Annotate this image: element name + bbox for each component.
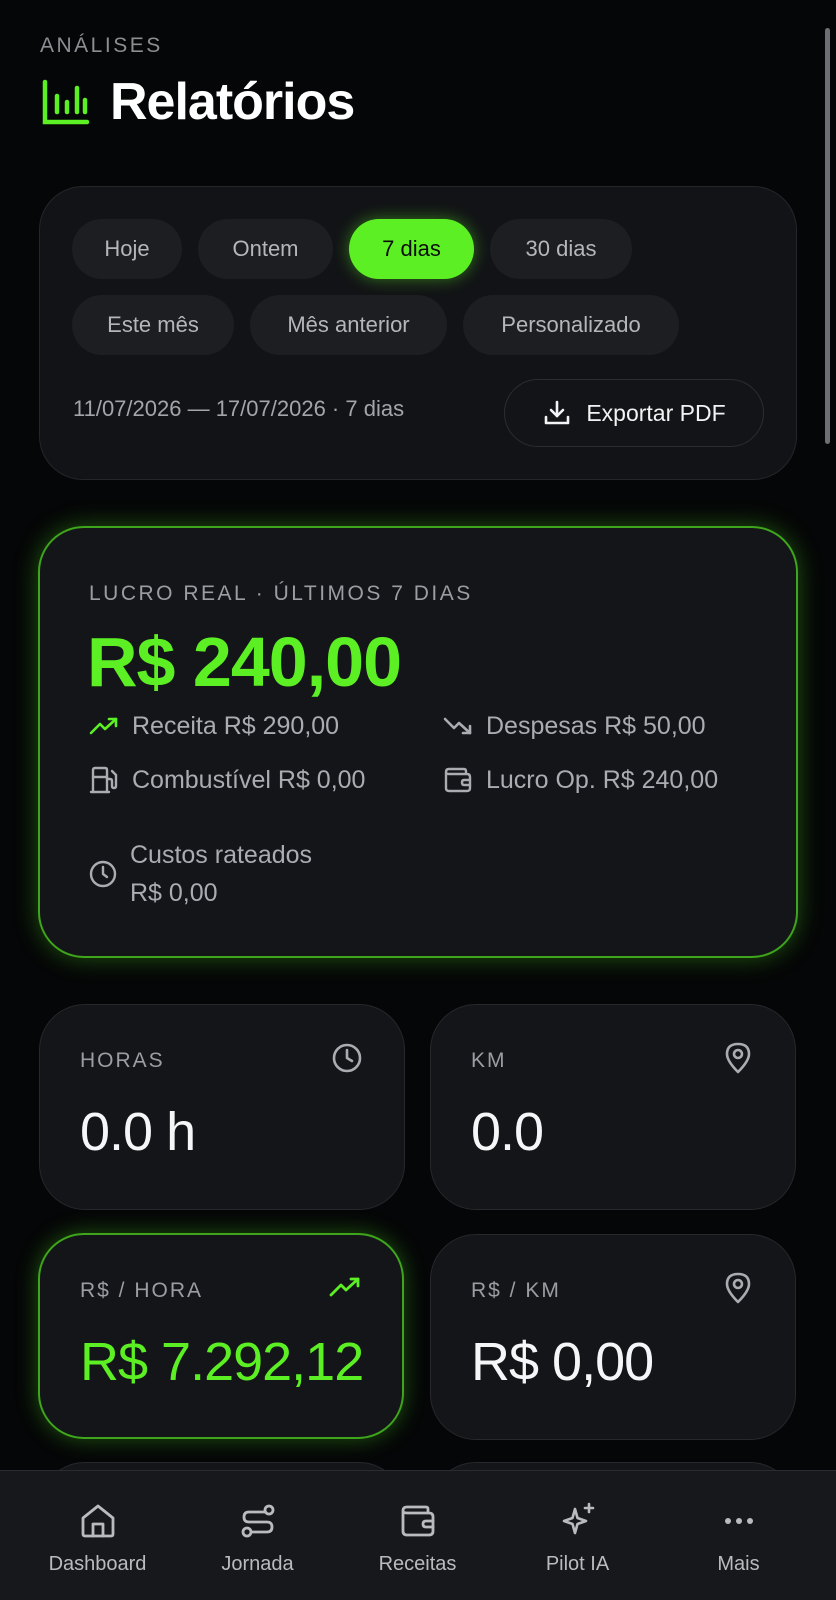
expenses-stat: Despesas R$ 50,00	[442, 710, 706, 742]
trending-down-icon	[443, 717, 472, 735]
sparkles-icon	[562, 1502, 594, 1535]
period-filter-card: Hoje Ontem 7 dias 30 dias Este mês Mês a…	[39, 186, 797, 480]
nav-receitas[interactable]: Receitas	[334, 1471, 501, 1600]
wallet-icon	[444, 767, 472, 793]
shared-costs-label: Custos rateados	[130, 841, 313, 869]
nav-receitas-label: Receitas	[378, 1553, 457, 1575]
page-title: Relatórios	[110, 73, 355, 131]
nav-jornada[interactable]: Jornada	[174, 1471, 341, 1600]
page-eyebrow: ANÁLISES	[40, 34, 163, 57]
page-header: ANÁLISES Relatórios	[40, 34, 355, 132]
fuel-stat: Combustível R$ 0,00	[88, 764, 365, 796]
bottom-nav: Dashboard Jornada Receitas Pilot IA Mais	[0, 1470, 836, 1600]
wallet-icon	[401, 1505, 434, 1537]
reports-screen: ANÁLISES Relatórios Hoje Ontem 7 dias 30…	[0, 0, 836, 1600]
nav-pilot-ia-label: Pilot IA	[545, 1553, 610, 1575]
per-hour-label: R$ / HORA	[80, 1279, 204, 1302]
export-pdf-label: Exportar PDF	[586, 399, 726, 426]
nav-more[interactable]: Mais	[655, 1471, 822, 1600]
shared-costs-stat: Custos rateados R$ 0,00	[88, 836, 312, 912]
hours-value: 0.0 h	[80, 1102, 196, 1162]
clock-icon	[89, 860, 117, 888]
km-card: KM 0.0	[430, 1004, 796, 1210]
per-km-label: R$ / KM	[471, 1279, 561, 1302]
profit-label: LUCRO REAL · ÚLTIMOS 7 DIAS	[89, 582, 473, 605]
scrollbar[interactable]	[825, 28, 830, 444]
route-icon	[241, 1504, 274, 1538]
title-row: Relatórios	[40, 72, 355, 132]
chip-today[interactable]: Hoje	[72, 219, 182, 279]
chip-this-month[interactable]: Este mês	[72, 295, 234, 355]
hours-label: HORAS	[80, 1049, 165, 1072]
hours-card: HORAS 0.0 h	[39, 1004, 405, 1210]
revenue-text: Receita R$ 290,00	[132, 711, 340, 740]
home-icon	[81, 1504, 114, 1538]
real-profit-card: LUCRO REAL · ÚLTIMOS 7 DIAS R$ 240,00 Re…	[38, 526, 798, 958]
shared-costs-value: R$ 0,00	[130, 879, 218, 907]
chip-previous-month[interactable]: Mês anterior	[250, 295, 447, 355]
chip-yesterday[interactable]: Ontem	[198, 219, 333, 279]
expenses-text: Despesas R$ 50,00	[486, 711, 706, 740]
nav-pilot-ia[interactable]: Pilot IA	[494, 1471, 661, 1600]
per-km-card: R$ / KM R$ 0,00	[430, 1234, 796, 1440]
per-km-value: R$ 0,00	[471, 1332, 654, 1392]
nav-more-label: Mais	[717, 1553, 760, 1575]
op-profit-stat: Lucro Op. R$ 240,00	[442, 764, 718, 796]
revenue-stat: Receita R$ 290,00	[88, 710, 339, 742]
more-horizontal-icon	[724, 1518, 753, 1524]
km-label: KM	[471, 1049, 507, 1072]
fuel-icon	[89, 766, 118, 794]
per-hour-value: R$ 7.292,12	[80, 1332, 364, 1392]
chip-custom[interactable]: Personalizado	[463, 295, 679, 355]
trending-up-icon	[329, 1277, 360, 1297]
nav-jornada-label: Jornada	[221, 1553, 294, 1575]
fuel-text: Combustível R$ 0,00	[132, 765, 366, 794]
km-value: 0.0	[471, 1102, 544, 1162]
trending-up-icon	[89, 717, 118, 735]
nav-dashboard[interactable]: Dashboard	[14, 1471, 181, 1600]
chip-30-days[interactable]: 30 dias	[490, 219, 632, 279]
chip-7-days[interactable]: 7 dias	[349, 219, 474, 279]
date-range-text: 11/07/2026 — 17/07/2026 · 7 dias	[73, 396, 405, 421]
profit-value: R$ 240,00	[87, 623, 402, 701]
export-pdf-button[interactable]: Exportar PDF	[504, 379, 764, 447]
op-profit-text: Lucro Op. R$ 240,00	[486, 765, 719, 794]
map-pin-icon	[725, 1042, 751, 1074]
shared-costs-text: Custos rateados R$ 0,00	[130, 836, 312, 912]
clock-icon	[332, 1043, 362, 1073]
bar-chart-icon	[42, 79, 90, 125]
nav-dashboard-label: Dashboard	[48, 1553, 147, 1575]
download-icon	[545, 400, 570, 425]
per-hour-card: R$ / HORA R$ 7.292,12	[38, 1233, 404, 1439]
map-pin-icon	[725, 1272, 751, 1304]
